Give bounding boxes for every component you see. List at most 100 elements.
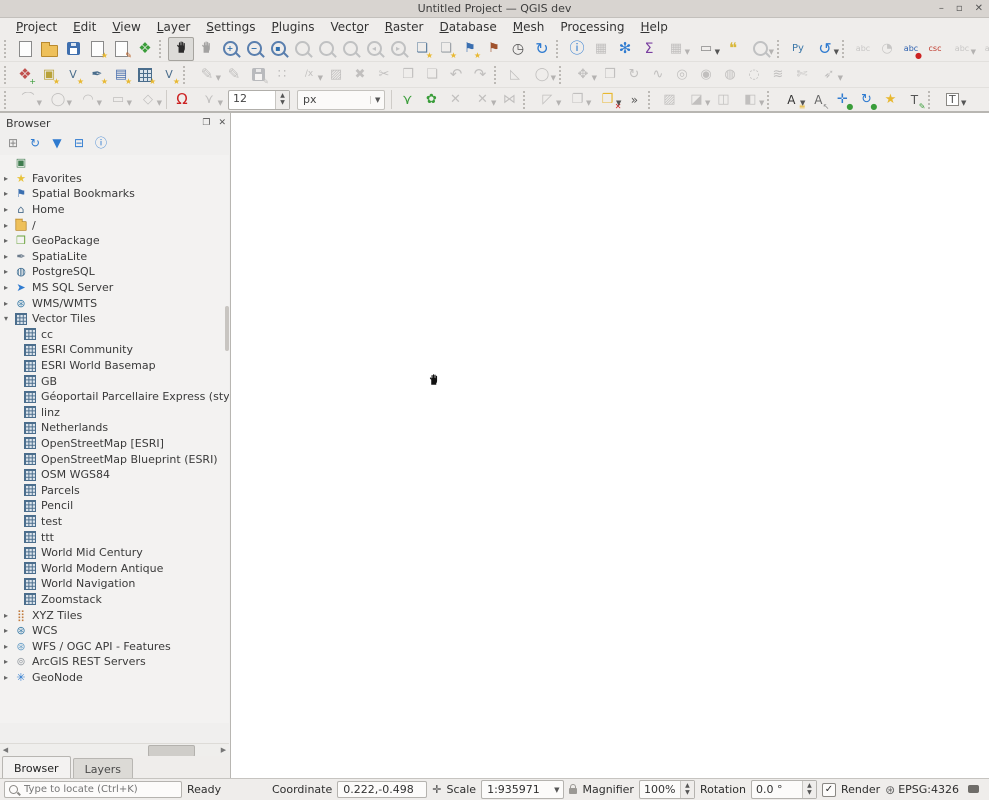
expand-arrow-icon[interactable]: ▸ xyxy=(4,642,14,651)
dropdown-arrow-icon[interactable]: ▼ xyxy=(97,99,102,107)
new-mesh-layer[interactable]: ★ xyxy=(133,64,157,86)
menu-project[interactable]: Project xyxy=(8,19,65,35)
dropdown-arrow-icon[interactable]: ▼ xyxy=(971,48,976,56)
render-checkbox[interactable]: ✓ xyxy=(822,783,836,797)
digitize-with-segment[interactable]: ∷ xyxy=(270,64,294,86)
zoom-out[interactable]: − xyxy=(242,38,266,60)
pan-map[interactable] xyxy=(168,37,194,61)
menu-settings[interactable]: Settings xyxy=(198,19,263,35)
browser-horizontal-scrollbar[interactable]: ◀ ▶ xyxy=(0,743,229,756)
raster-tool-disabled-4[interactable]: ◧▼ xyxy=(735,89,765,111)
select-by-value[interactable]: ❒✕▼ xyxy=(592,89,622,111)
fill-ring[interactable]: ◍ xyxy=(718,64,742,86)
annotation-tool[interactable]: T▼ xyxy=(937,89,967,111)
dropdown-arrow-icon[interactable]: ▼ xyxy=(769,48,774,56)
dropdown-arrow-icon[interactable]: ▼ xyxy=(592,74,597,82)
dropdown-arrow-icon[interactable]: ▼ xyxy=(551,74,556,82)
toolbar-overflow-mid[interactable]: » xyxy=(622,89,646,111)
toggle-editing[interactable]: ✎ xyxy=(222,64,246,86)
browser-item-favorites[interactable]: ▸★Favorites xyxy=(0,171,229,187)
menu-vector[interactable]: Vector xyxy=(323,19,377,35)
handle-labeling-toolbar[interactable] xyxy=(767,91,772,109)
move-label[interactable]: ✛● xyxy=(830,89,854,111)
dropdown-arrow-icon[interactable]: ▼ xyxy=(67,99,72,107)
browser-item-vt-pencil[interactable]: Pencil xyxy=(0,498,229,514)
browser-item-vt-parcels[interactable]: Parcels xyxy=(0,482,229,498)
snapping-tolerance[interactable]: 12▲▼ xyxy=(228,90,290,110)
new-virtual-layer[interactable]: V★ xyxy=(157,64,181,86)
expand-arrow-icon[interactable]: ▸ xyxy=(4,205,14,214)
topological-editing[interactable]: ⋎ xyxy=(395,89,419,111)
processing-toolbox[interactable]: ✻ xyxy=(613,38,637,60)
circular-string-curve[interactable]: ⌒▼ xyxy=(13,89,43,111)
browser-item-spatial-bookmarks[interactable]: ▸⚑Spatial Bookmarks xyxy=(0,186,229,202)
show-spatial-bookmarks[interactable]: ⚑ xyxy=(482,38,506,60)
rotation-spin[interactable]: 0.0 ° ▲▼ xyxy=(751,780,817,799)
filter-browser[interactable]: ▼ xyxy=(48,134,66,152)
expand-arrow-icon[interactable]: ▸ xyxy=(4,267,14,276)
browser-item-vt-test[interactable]: test xyxy=(0,514,229,530)
dropdown-arrow-icon[interactable]: ▼ xyxy=(216,74,221,82)
lock-scale-icon[interactable] xyxy=(569,788,577,794)
save-project[interactable] xyxy=(61,38,85,60)
browser-item-vt-esri-world-basemap[interactable]: ESRI World Basemap xyxy=(0,358,229,374)
handle-curve-toolbar[interactable] xyxy=(4,91,9,109)
expand-arrow-icon[interactable]: ▸ xyxy=(4,252,14,261)
regular-polygon-tool[interactable]: ◇▼ xyxy=(133,89,163,111)
new-map-view[interactable]: ❏★ xyxy=(410,38,434,60)
browser-item-project-home[interactable]: ▣ xyxy=(0,155,229,171)
browser-vertical-scrollbar[interactable] xyxy=(225,306,229,351)
zoom-full-extent[interactable]: ▪ xyxy=(266,38,290,60)
copy-move-feature[interactable]: ❒ xyxy=(598,64,622,86)
new-spatialite-layer[interactable]: ✒★ xyxy=(85,64,109,86)
dropdown-arrow-icon[interactable]: ▼ xyxy=(157,99,162,107)
move-feature[interactable]: ✥▼ xyxy=(568,64,598,86)
browser-properties[interactable]: ⓘ xyxy=(92,134,110,152)
raster-tool-disabled-3[interactable]: ◫ xyxy=(711,89,735,111)
collapse-all[interactable]: ⊟ xyxy=(70,134,88,152)
scroll-left-arrow[interactable]: ◀ xyxy=(0,746,11,754)
browser-item-vt-ttt[interactable]: ttt xyxy=(0,529,229,545)
spin-arrows[interactable]: ▲▼ xyxy=(680,781,694,798)
crs-status[interactable]: EPSG:4326 xyxy=(898,783,959,796)
browser-item-wms-wmts[interactable]: ▸⊛WMS/WMTS xyxy=(0,295,229,311)
delete-selected[interactable]: ✖ xyxy=(348,64,372,86)
handle-digitizing-toolbar[interactable] xyxy=(183,66,188,84)
dropdown-arrow-icon[interactable]: ▼ xyxy=(491,99,496,107)
plugin-tool[interactable]: ↺▼ xyxy=(810,38,840,60)
identify-features[interactable]: ⓘ xyxy=(565,38,589,60)
close-panel-icon[interactable]: ✕ xyxy=(218,118,226,128)
zoom-to-selection[interactable] xyxy=(290,38,314,60)
regular-shape-disabled[interactable]: ◯▼ xyxy=(527,64,557,86)
refresh-map[interactable]: ↻ xyxy=(530,38,554,60)
statistical-summary[interactable]: Σ xyxy=(637,38,661,60)
handle-project-toolbar[interactable] xyxy=(4,40,9,58)
label-tool-disabled-2[interactable]: abc▼ xyxy=(977,38,989,60)
browser-item-vt-openstreetmap-esri[interactable]: OpenStreetMap [ESRI] xyxy=(0,436,229,452)
locate-input[interactable] xyxy=(22,783,177,796)
browser-item-postgresql[interactable]: ▸◍PostgreSQL xyxy=(0,264,229,280)
enable-tracing[interactable]: ⋎▼ xyxy=(194,89,224,111)
dropdown-arrow-icon[interactable]: ▼ xyxy=(616,99,621,107)
rotate-label[interactable]: ↻● xyxy=(854,89,878,111)
map-canvas[interactable] xyxy=(231,112,989,779)
browser-item-vt-linz[interactable]: linz xyxy=(0,405,229,421)
browser-item-vt-geoportail[interactable]: Géoportail Parcellaire Express (style no… xyxy=(0,389,229,405)
ellipse-tool[interactable]: ◠▼ xyxy=(73,89,103,111)
browser-item-vt-osm-wgs84[interactable]: OSM WGS84 xyxy=(0,467,229,483)
attribute-table-actions[interactable]: ▦▼ xyxy=(661,38,691,60)
new-geopackage-layer[interactable]: ▣★ xyxy=(37,64,61,86)
float-panel-icon[interactable]: ❐ xyxy=(202,118,210,128)
menu-database[interactable]: Database xyxy=(431,19,504,35)
zoom-last[interactable]: ◂ xyxy=(362,38,386,60)
undo[interactable]: ↶ xyxy=(444,64,468,86)
show-layout-manager[interactable]: ✎ xyxy=(109,38,133,60)
minimize-button[interactable]: – xyxy=(939,3,944,14)
add-selected-layers[interactable]: ⊞ xyxy=(4,134,22,152)
magnifier-spin[interactable]: 100% ▲▼ xyxy=(639,780,695,799)
paste-features[interactable]: ❏ xyxy=(420,64,444,86)
zoom-to-layer[interactable] xyxy=(314,38,338,60)
scale-combo[interactable]: 1:935971 ▼ xyxy=(481,780,564,799)
zoom-native-resolution[interactable] xyxy=(338,38,362,60)
close-button[interactable]: ✕ xyxy=(975,3,983,14)
